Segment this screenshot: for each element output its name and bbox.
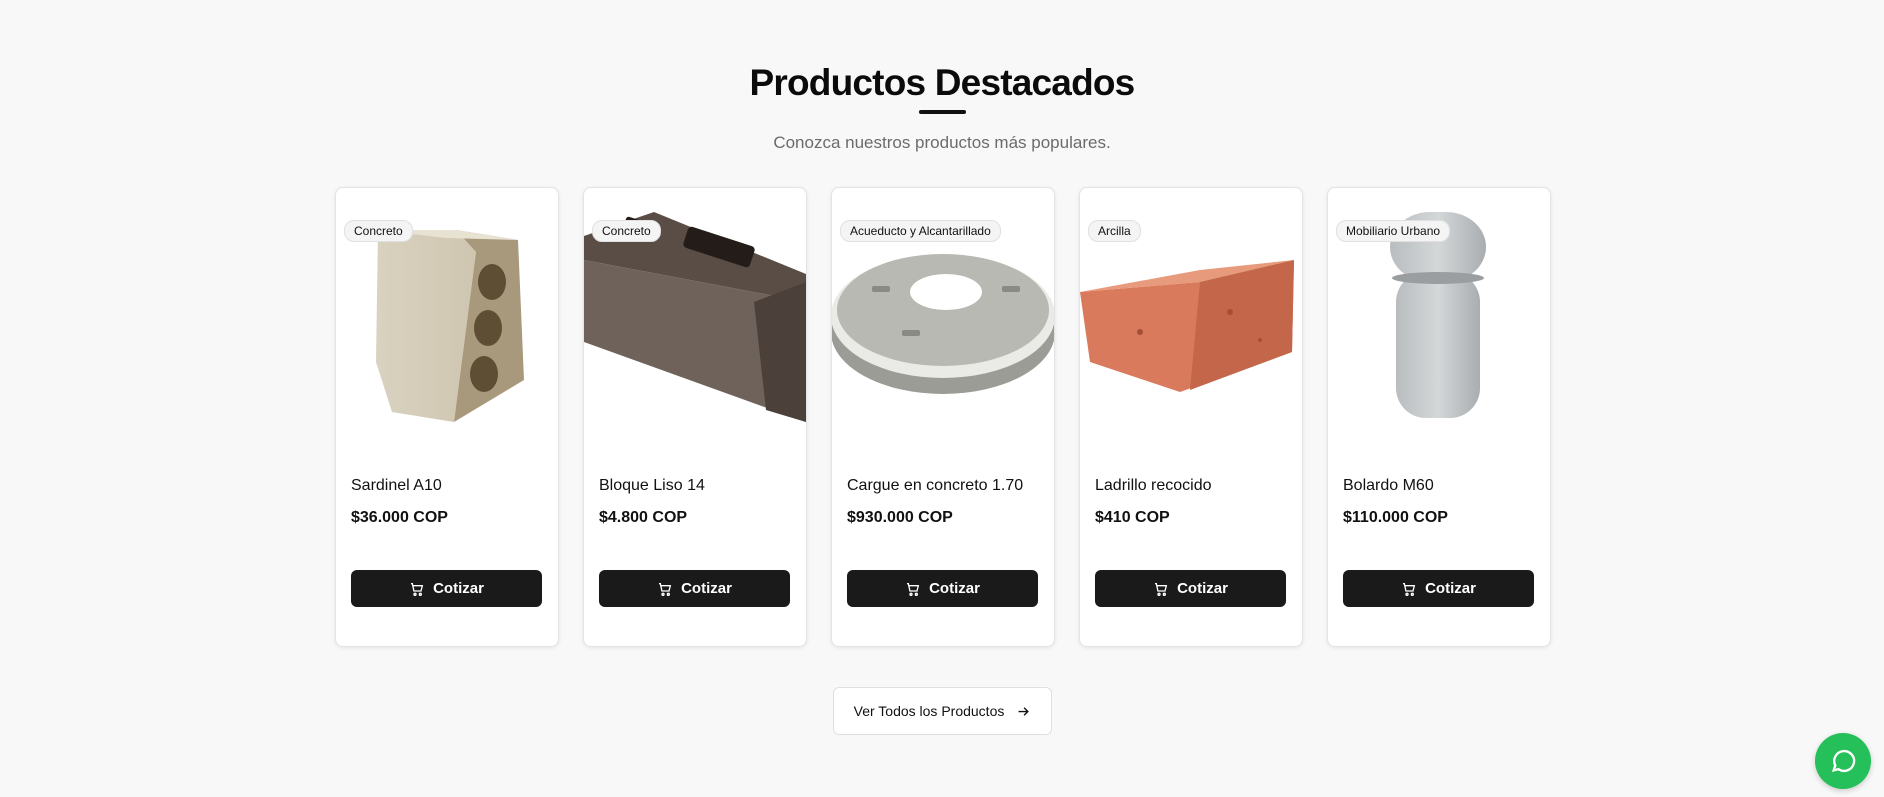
quote-button[interactable]: Cotizar: [1095, 570, 1286, 607]
product-grid: Concreto Sardinel A10 $36.000 COP Cotiza…: [335, 187, 1551, 647]
product-price: $36.000 COP: [351, 509, 448, 526]
product-card[interactable]: Concreto Sardinel A10 $36.000 COP Cotiza…: [335, 187, 559, 647]
product-image: [1328, 212, 1550, 422]
product-card[interactable]: Mobiliario Urbano Bolardo M60 $110.000 C…: [1327, 187, 1551, 647]
product-image: [336, 212, 558, 422]
cart-icon: [1155, 582, 1168, 596]
title-underline: [919, 110, 966, 114]
category-badge: Concreto: [344, 220, 413, 242]
product-card[interactable]: Concreto Bloque Liso 14 $4.800 COP Cotiz…: [583, 187, 807, 647]
product-name: Ladrillo recocido: [1095, 477, 1212, 494]
product-name: Cargue en concreto 1.70: [847, 477, 1024, 494]
chat-icon: [1831, 749, 1856, 773]
product-price: $110.000 COP: [1343, 509, 1448, 526]
cart-icon: [1403, 582, 1416, 596]
cart-icon: [907, 582, 920, 596]
quote-button-label: Cotizar: [929, 580, 980, 597]
product-price: $4.800 COP: [599, 509, 688, 526]
quote-button-label: Cotizar: [1425, 580, 1476, 597]
view-all-label: Ver Todos los Productos: [853, 703, 1005, 719]
product-card[interactable]: Acueducto y Alcantarillado Cargue en con…: [831, 187, 1055, 647]
quote-button-label: Cotizar: [681, 580, 732, 597]
cart-icon: [411, 582, 424, 596]
category-badge: Acueducto y Alcantarillado: [840, 220, 1001, 242]
section-title: Productos Destacados: [749, 62, 1136, 103]
chat-button[interactable]: [1815, 733, 1871, 789]
product-image: [584, 212, 806, 422]
quote-button[interactable]: Cotizar: [847, 570, 1038, 607]
product-price: $410 COP: [1095, 509, 1170, 526]
section-subtitle: Conozca nuestros productos más populares…: [773, 133, 1111, 152]
quote-button-label: Cotizar: [1177, 580, 1228, 597]
category-badge: Arcilla: [1088, 220, 1141, 242]
quote-button[interactable]: Cotizar: [599, 570, 790, 607]
quote-button[interactable]: Cotizar: [1343, 570, 1534, 607]
product-price: $930.000 COP: [847, 509, 953, 526]
cart-icon: [659, 582, 672, 596]
product-card[interactable]: Arcilla Ladrillo recocido $410 COP Cotiz…: [1079, 187, 1303, 647]
view-all-products-button[interactable]: Ver Todos los Productos: [833, 687, 1052, 735]
quote-button[interactable]: Cotizar: [351, 570, 542, 607]
product-image: [1080, 212, 1302, 422]
product-name: Bloque Liso 14: [599, 477, 705, 494]
product-name: Bolardo M60: [1343, 477, 1434, 494]
category-badge: Concreto: [592, 220, 661, 242]
product-image: [832, 212, 1054, 422]
category-badge: Mobiliario Urbano: [1336, 220, 1451, 242]
quote-button-label: Cotizar: [433, 580, 484, 597]
arrow-right-icon: [1018, 706, 1030, 716]
product-name: Sardinel A10: [351, 477, 442, 494]
